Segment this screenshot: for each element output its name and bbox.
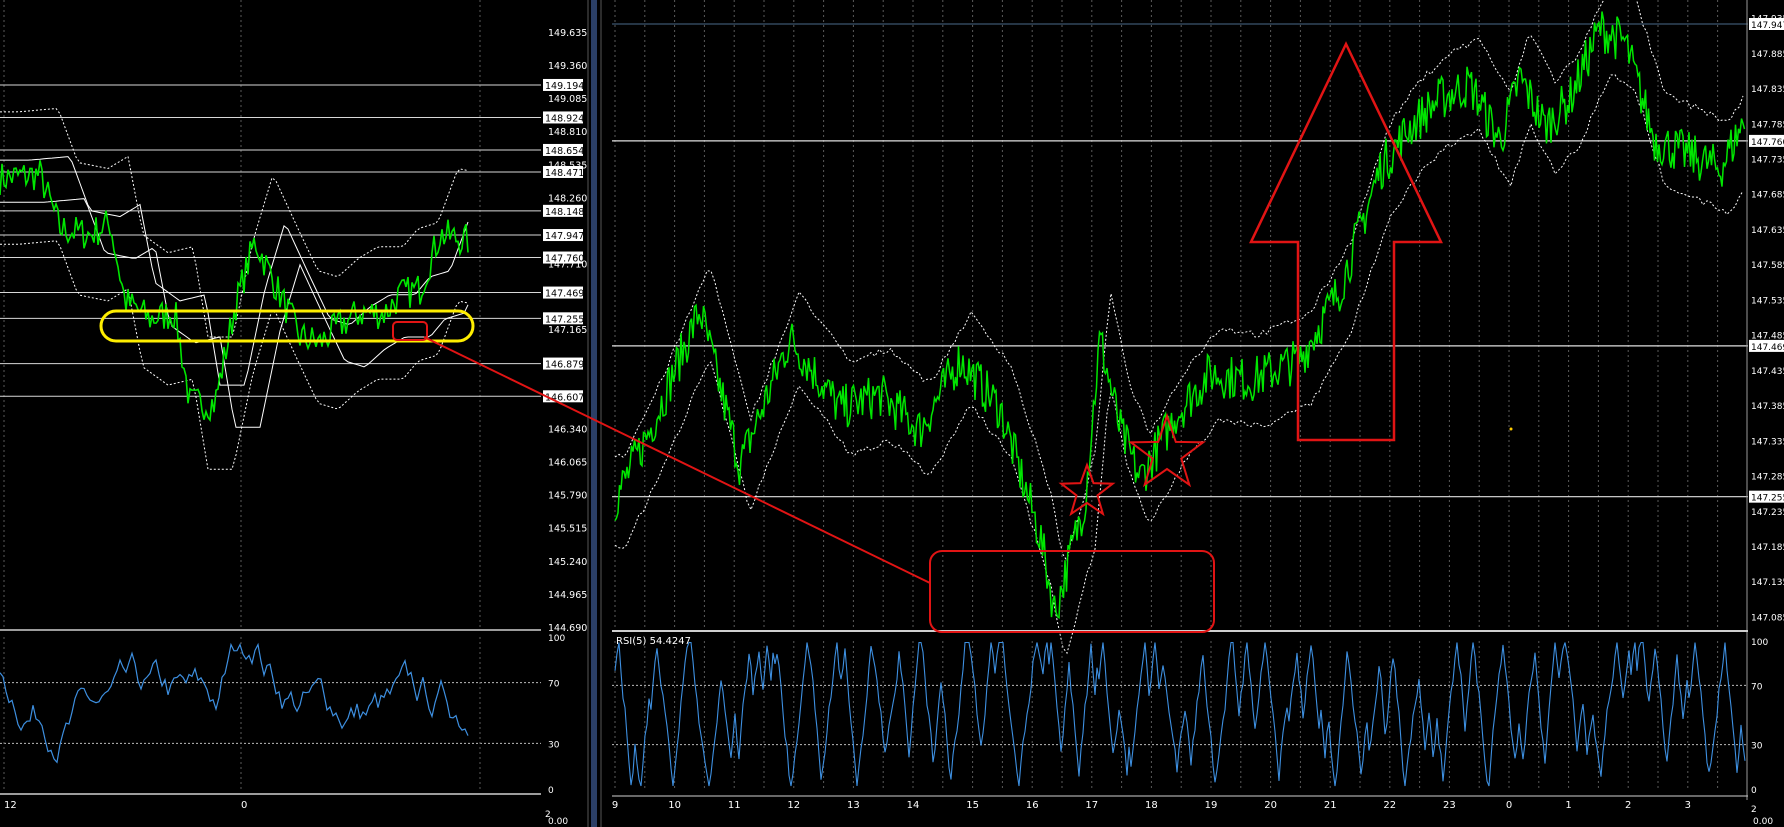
y-tick-label: 144.965 <box>548 590 587 601</box>
y-tick-label: 0 <box>548 786 554 796</box>
bottom-label: 2 <box>1751 805 1757 815</box>
y-tick-label: 100 <box>548 634 565 644</box>
y-tick-label: 147.335 <box>1751 437 1784 447</box>
y-tick-label: 146.065 <box>548 458 587 469</box>
level-label: 149.194 <box>545 81 584 92</box>
price-series <box>614 11 1746 620</box>
y-tick-label: 147.935 <box>1751 15 1784 25</box>
level-label: 148.471 <box>545 168 584 179</box>
y-tick-label: 147.435 <box>1751 367 1784 377</box>
x-tick-label: 15 <box>966 800 979 811</box>
y-tick-label: 147.735 <box>1751 156 1784 166</box>
x-tick-label: 14 <box>907 800 920 811</box>
left-price-area <box>0 0 541 627</box>
y-tick-label: 30 <box>1751 742 1763 752</box>
right-price-panel[interactable]: 147.947147.760147.469147.255147.935147.8… <box>612 0 1784 811</box>
y-tick-label: 149.360 <box>548 61 587 72</box>
y-tick-label: 146.340 <box>548 424 587 435</box>
level-label: 147.760 <box>1751 138 1784 148</box>
x-tick-label: 23 <box>1443 800 1456 811</box>
y-tick-label: 147.185 <box>1751 543 1784 553</box>
bottom-label: 0.00 <box>548 817 568 827</box>
y-tick-label: 147.835 <box>1751 85 1784 95</box>
left-price-panel[interactable]: 149.635149.360149.085148.810148.535148.2… <box>0 0 587 811</box>
x-tick-label: 12 <box>4 800 17 811</box>
y-tick-label: 147.685 <box>1751 191 1784 201</box>
trading-chart: 149.635149.360149.085148.810148.535148.2… <box>0 0 1784 827</box>
y-tick-label: 145.515 <box>548 524 587 535</box>
x-tick-label: 13 <box>847 800 860 811</box>
y-tick-label: 70 <box>1751 682 1763 692</box>
level-label: 146.879 <box>545 360 584 371</box>
y-tick-label: 148.260 <box>548 193 587 204</box>
x-tick-label: 20 <box>1264 800 1277 811</box>
y-tick-label: 147.135 <box>1751 578 1784 588</box>
y-tick-label: 149.085 <box>548 94 587 105</box>
y-tick-label: 147.885 <box>1751 50 1784 60</box>
level-label: 147.469 <box>1751 343 1784 353</box>
y-tick-label: 147.785 <box>1751 120 1784 130</box>
left-rsi-panel[interactable]: 1007030020.00 <box>0 629 568 827</box>
right-rsi-panel[interactable]: 1007030020.00 <box>612 630 1773 827</box>
y-tick-label: 145.240 <box>548 557 587 568</box>
y-tick-label: 145.790 <box>548 491 587 502</box>
rsi-series <box>614 641 1746 787</box>
x-tick-label: 17 <box>1085 800 1098 811</box>
level-label: 147.255 <box>1751 494 1784 504</box>
y-tick-label: 147.635 <box>1751 226 1784 236</box>
x-tick-label: 0 <box>1506 800 1512 811</box>
x-tick-label: 19 <box>1205 800 1218 811</box>
level-label: 147.469 <box>545 289 584 300</box>
y-tick-label: 147.285 <box>1751 473 1784 483</box>
x-tick-label: 22 <box>1383 800 1396 811</box>
bottom-label: 0.00 <box>1753 817 1773 827</box>
splitter-edge <box>587 0 589 827</box>
y-tick-label: 100 <box>1751 638 1768 648</box>
y-tick-label: 148.810 <box>548 127 587 138</box>
marker-dot <box>1509 427 1513 431</box>
x-tick-label: 3 <box>1685 800 1691 811</box>
rsi-series <box>0 642 469 764</box>
level-label: 147.947 <box>545 231 584 242</box>
y-tick-label: 149.635 <box>548 28 587 39</box>
x-tick-label: 21 <box>1324 800 1337 811</box>
x-tick-label: 12 <box>787 800 800 811</box>
x-tick-label: 2 <box>1625 800 1631 811</box>
level-label: 147.760 <box>545 254 584 265</box>
level-label: 148.148 <box>545 207 584 218</box>
splitter-edge <box>600 0 602 827</box>
y-tick-label: 70 <box>548 680 560 690</box>
y-tick-label: 147.485 <box>1751 332 1784 342</box>
x-tick-label: 18 <box>1145 800 1158 811</box>
up-arrow <box>1249 41 1443 442</box>
panel-separator[interactable] <box>587 0 602 827</box>
x-tick-label: 1 <box>1565 800 1571 811</box>
x-tick-label: 11 <box>728 800 741 811</box>
y-tick-label: 144.690 <box>548 623 587 634</box>
level-label: 148.924 <box>545 113 584 124</box>
x-tick-label: 9 <box>612 800 618 811</box>
y-tick-label: 147.085 <box>1751 613 1784 623</box>
y-tick-label: 147.585 <box>1751 261 1784 271</box>
y-tick-label: 147.535 <box>1751 296 1784 306</box>
level-label: 147.255 <box>545 314 584 325</box>
x-tick-label: 10 <box>668 800 681 811</box>
y-tick-label: 30 <box>548 740 560 750</box>
y-tick-label: 147.165 <box>548 325 587 336</box>
x-tick-label: 16 <box>1026 800 1039 811</box>
level-label: 148.654 <box>545 146 584 157</box>
rsi-legend: RSI(5) 54.4247 <box>616 636 691 647</box>
y-tick-label: 147.235 <box>1751 508 1784 518</box>
splitter-bar <box>591 0 597 827</box>
x-tick-label: 0 <box>241 800 247 811</box>
y-tick-label: 147.385 <box>1751 402 1784 412</box>
y-tick-label: 0 <box>1751 786 1757 796</box>
